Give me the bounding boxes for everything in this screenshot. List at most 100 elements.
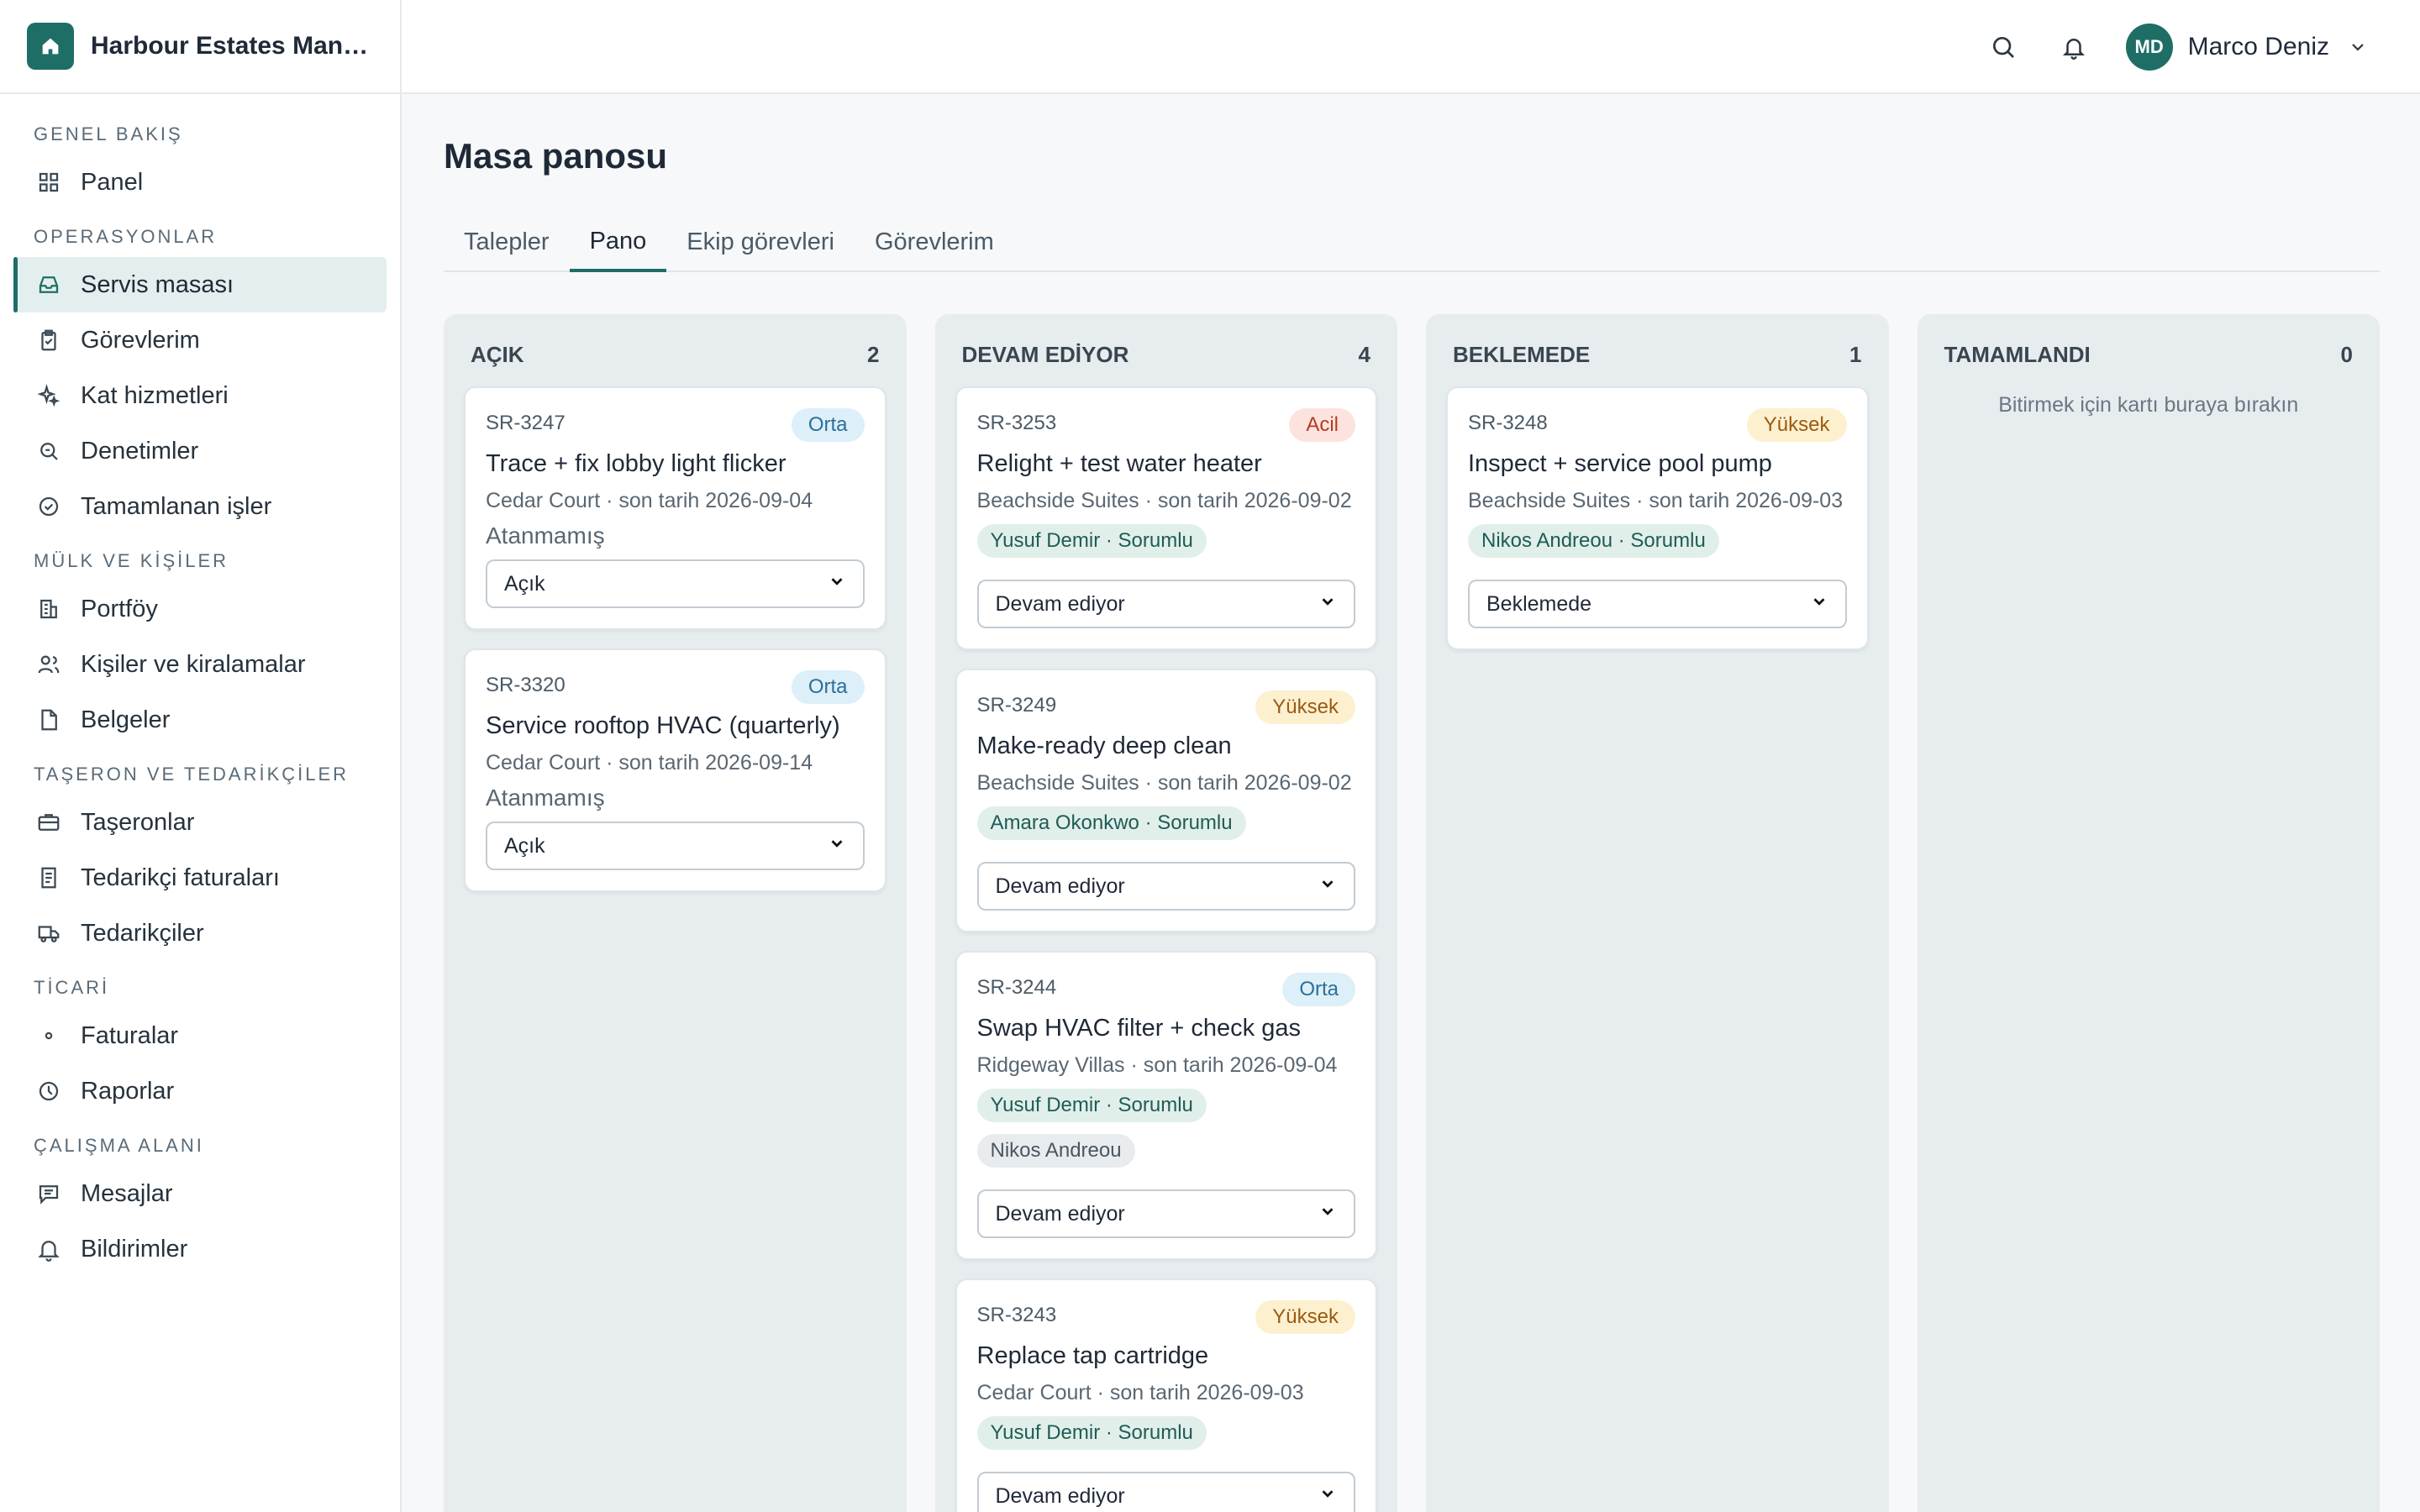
sidebar-item-kisiler-ve-kiralamalar[interactable]: Kişiler ve kiralamalar [0, 637, 400, 692]
status-select[interactable]: Açık [486, 559, 865, 608]
sidebar-item-raporlar[interactable]: Raporlar [0, 1063, 400, 1119]
search-doc-icon [34, 436, 64, 466]
search-icon[interactable] [1985, 29, 2022, 66]
ticket-card[interactable]: SR-3320 Orta Service rooftop HVAC (quarter… [464, 648, 886, 892]
chip-row: Yusuf Demir · Sorumlu [976, 1089, 1356, 1134]
ticket-card[interactable]: SR-3244 Orta Swap HVAC filter + check gas R… [955, 951, 1377, 1260]
tab-ekip-gorevleri[interactable]: Ekip görevleri [666, 213, 855, 270]
ticket-meta: Beachside Suites · son tarih 2026-09-03 [1468, 489, 1844, 512]
brand-header: Harbour Estates Manag... [0, 0, 400, 94]
sidebar-item-belgeler[interactable]: Belgeler [0, 692, 400, 748]
tab-talepler[interactable]: Talepler [444, 213, 570, 270]
priority-badge: Orta [1282, 973, 1355, 1006]
status-select[interactable]: Devam ediyor [976, 862, 1355, 911]
owner-chip: Yusuf Demir · Sorumlu [976, 1416, 1207, 1450]
sparkles-icon [34, 381, 64, 411]
sidebar-item-mesajlar[interactable]: Mesajlar [0, 1166, 400, 1221]
ticket-id: SR-3248 [1468, 412, 1548, 434]
sidebar-item-label: Kat hizmetleri [81, 381, 229, 409]
chevron-down-icon[interactable] [2346, 35, 2370, 59]
status-select-value: Açık [504, 833, 545, 858]
nav-section-title: ÇALIŞMA ALANI [34, 1135, 204, 1156]
priority-badge: Yüksek [1746, 408, 1847, 442]
sidebar-item-label: Tamamlanan işler [81, 492, 272, 520]
page-title: Masa panosu [444, 136, 668, 176]
status-select[interactable]: Devam ediyor [976, 1472, 1355, 1512]
ticket-meta: Beachside Suites · son tarih 2026-09-02 [976, 771, 1352, 795]
unassigned-label: Atanmamış [486, 522, 605, 549]
ticket-meta: Beachside Suites · son tarih 2026-09-02 [976, 489, 1352, 512]
sidebar-item-denetimler[interactable]: Denetimler [0, 423, 400, 479]
ticket-meta: Cedar Court · son tarih 2026-09-14 [486, 751, 813, 774]
column-header: BEKLEMEDE 1 [1446, 334, 1869, 375]
priority-badge: Yüksek [1255, 690, 1355, 724]
status-select[interactable]: Devam ediyor [976, 580, 1355, 628]
ticket-card[interactable]: SR-3253 Acil Relight + test water heater Be… [955, 386, 1377, 650]
bell-icon [34, 1234, 64, 1264]
ticket-id: SR-3244 [976, 976, 1057, 999]
priority-badge: Orta [791, 670, 865, 704]
sidebar-item-bildirimler[interactable]: Bildirimler [0, 1221, 400, 1277]
home-icon[interactable] [27, 23, 74, 70]
ticket-card[interactable]: SR-3248 Yüksek Inspect + service pool pump… [1446, 386, 1869, 650]
users-icon [34, 649, 64, 680]
sidebar-item-label: Faturalar [81, 1021, 179, 1049]
user-name[interactable]: Marco Deniz [2188, 33, 2329, 61]
kanban-board: AÇIK 2 SR-3247 Orta Trace + fix lobby light … [444, 314, 2380, 1512]
sidebar-item-kat-hizmetleri[interactable]: Kat hizmetleri [0, 368, 400, 423]
sidebar-item-tedarikciler[interactable]: Tedarikçiler [0, 906, 400, 961]
sidebar-item-gorevlerim[interactable]: Görevlerim [0, 312, 400, 368]
priority-badge: Orta [791, 408, 865, 442]
assignee-chips: Amara Okonkwo · Sorumlu [976, 806, 1356, 852]
document-icon [34, 705, 64, 735]
status-select[interactable]: Devam ediyor [976, 1189, 1355, 1238]
sidebar-item-tamamlanan-isler[interactable]: Tamamlanan işler [0, 479, 400, 534]
priority-badge: Acil [1289, 408, 1355, 442]
chip-row: Nikos Andreou · Sorumlu [1468, 524, 1847, 570]
sidebar-item-label: Tedarikçi faturaları [81, 864, 280, 891]
assignee-chips: Yusuf Demir · Sorumlu Nikos Andreou [976, 1089, 1356, 1179]
sidebar-item-label: Bildirimler [81, 1235, 188, 1263]
avatar[interactable]: MD [2125, 24, 2173, 71]
column-title: DEVAM EDİYOR [961, 341, 1129, 367]
ticket-title: Trace + fix lobby light flicker [486, 450, 786, 477]
nav-section-title: GENEL BAKIŞ [34, 123, 183, 144]
sidebar-item-servis-masasi[interactable]: Servis masası [13, 257, 387, 312]
receipt-icon [34, 863, 64, 893]
ticket-card[interactable]: SR-3249 Yüksek Make-ready deep clean Beachs… [955, 669, 1377, 932]
status-select[interactable]: Beklemede [1468, 580, 1847, 628]
ticket-title: Inspect + service pool pump [1468, 450, 1772, 477]
nav-section-title: MÜLK VE KİŞİLER [34, 550, 229, 571]
sidebar-item-panel[interactable]: Panel [0, 155, 400, 210]
column-title: BEKLEMEDE [1453, 341, 1591, 367]
chevron-down-icon [1318, 874, 1337, 899]
chip-row: Nikos Andreou [976, 1134, 1356, 1179]
chip-row: Amara Okonkwo · Sorumlu [976, 806, 1356, 852]
member-chip: Nikos Andreou [976, 1134, 1135, 1168]
nav-section-title: OPERASYONLAR [34, 226, 218, 247]
sidebar-item-label: Portföy [81, 595, 158, 622]
column-title: AÇIK [471, 341, 524, 367]
ticket-card[interactable]: SR-3247 Orta Trace + fix lobby light flick… [464, 386, 886, 630]
sidebar-item-label: Görevlerim [81, 326, 200, 354]
bell-icon[interactable] [2055, 29, 2092, 66]
check-circle-icon [34, 491, 64, 522]
status-select[interactable]: Açık [486, 822, 865, 870]
sidebar-item-label: Kişiler ve kiralamalar [81, 650, 306, 678]
status-select-value: Devam ediyor [995, 591, 1125, 616]
column-title: TAMAMLANDI [1944, 341, 2091, 367]
ticket-card[interactable]: SR-3243 Yüksek Replace tap cartridge Cedar … [955, 1278, 1377, 1512]
dot-icon [34, 1021, 64, 1051]
sidebar-item-tedarikci-faturalari[interactable]: Tedarikçi faturaları [0, 850, 400, 906]
sidebar-item-faturalar[interactable]: Faturalar [0, 1008, 400, 1063]
grid-icon [34, 167, 64, 197]
chip-row: Yusuf Demir · Sorumlu [976, 524, 1356, 570]
tab-gorevlerim[interactable]: Görevlerim [855, 213, 1014, 270]
clock-icon [34, 1076, 64, 1106]
status-select-value: Devam ediyor [995, 874, 1125, 898]
sidebar-item-taseronlar[interactable]: Taşeronlar [0, 795, 400, 850]
tab-pano[interactable]: Pano [569, 213, 667, 272]
ticket-title: Make-ready deep clean [976, 732, 1232, 759]
sidebar-item-portfoy[interactable]: Portföy [0, 581, 400, 637]
column-header: DEVAM EDİYOR 4 [955, 334, 1378, 375]
